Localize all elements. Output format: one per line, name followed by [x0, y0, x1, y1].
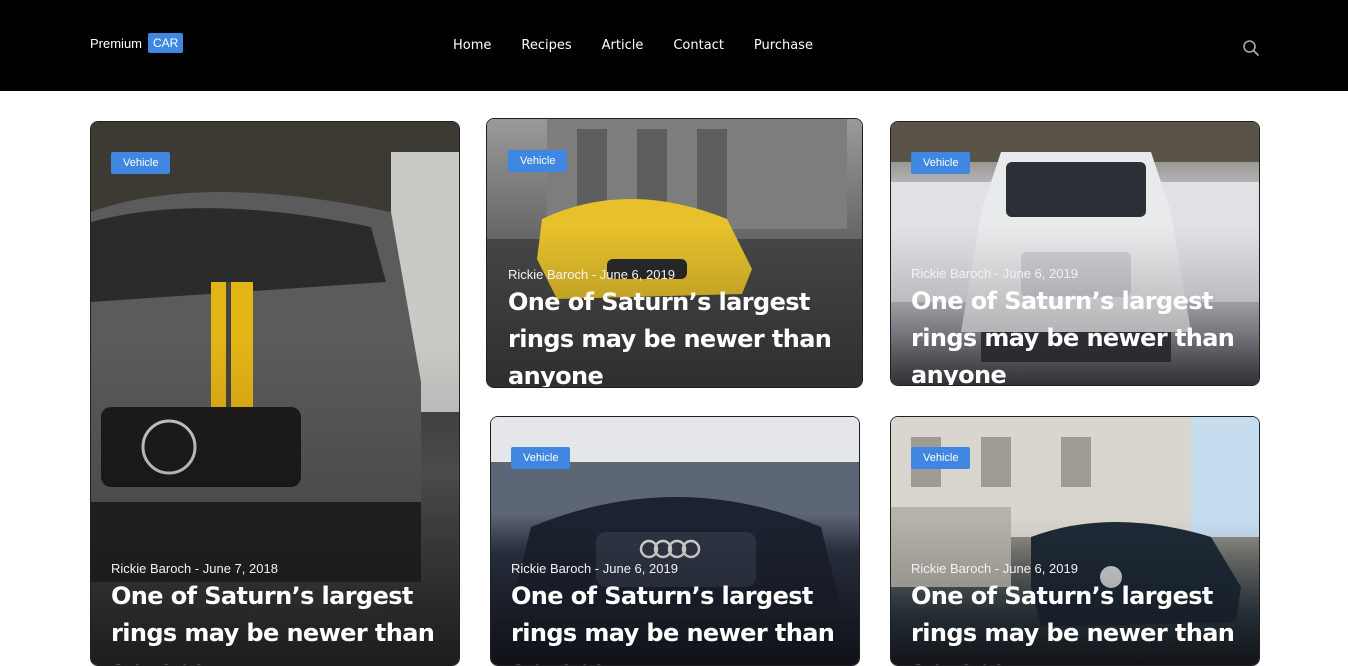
article-meta: Rickie Baroch - June 7, 2018 — [111, 561, 278, 576]
article-title[interactable]: One of Saturn’s largest rings may be new… — [911, 283, 1251, 385]
article-card[interactable]: Vehicle Rickie Baroch - June 6, 2019 One… — [890, 416, 1260, 666]
article-card[interactable]: Vehicle Rickie Baroch - June 6, 2019 One… — [490, 416, 860, 666]
article-card[interactable]: Vehicle Rickie Baroch - June 7, 2018 One… — [90, 121, 460, 666]
category-badge[interactable]: Vehicle — [911, 152, 971, 174]
main-nav: Home Recipes Article Contact Purchase — [453, 38, 813, 53]
category-badge[interactable]: Vehicle — [508, 150, 568, 172]
brand-badge: CAR — [148, 33, 184, 53]
nav-article[interactable]: Article — [602, 38, 644, 53]
article-card[interactable]: Vehicle Rickie Baroch - June 6, 2019 One… — [890, 121, 1260, 386]
article-meta: Rickie Baroch - June 6, 2019 — [508, 267, 675, 282]
brand-name: Premium — [90, 35, 143, 51]
category-badge[interactable]: Vehicle — [111, 152, 171, 174]
nav-contact[interactable]: Contact — [673, 38, 724, 53]
nav-purchase[interactable]: Purchase — [754, 38, 813, 53]
article-meta: Rickie Baroch - June 6, 2019 — [911, 266, 1078, 281]
search-icon[interactable] — [1242, 39, 1260, 57]
category-badge[interactable]: Vehicle — [911, 447, 971, 469]
article-title[interactable]: One of Saturn’s largest rings may be new… — [508, 284, 848, 387]
article-card[interactable]: Vehicle Rickie Baroch - June 6, 2019 One… — [486, 118, 863, 388]
article-meta: Rickie Baroch - June 6, 2019 — [511, 561, 678, 576]
site-header: Premium CAR Home Recipes Article Contact… — [0, 0, 1348, 91]
article-meta: Rickie Baroch - June 6, 2019 — [911, 561, 1078, 576]
nav-home[interactable]: Home — [453, 38, 491, 53]
category-badge[interactable]: Vehicle — [511, 447, 571, 469]
nav-recipes[interactable]: Recipes — [521, 38, 571, 53]
brand-logo[interactable]: Premium CAR — [90, 33, 184, 53]
